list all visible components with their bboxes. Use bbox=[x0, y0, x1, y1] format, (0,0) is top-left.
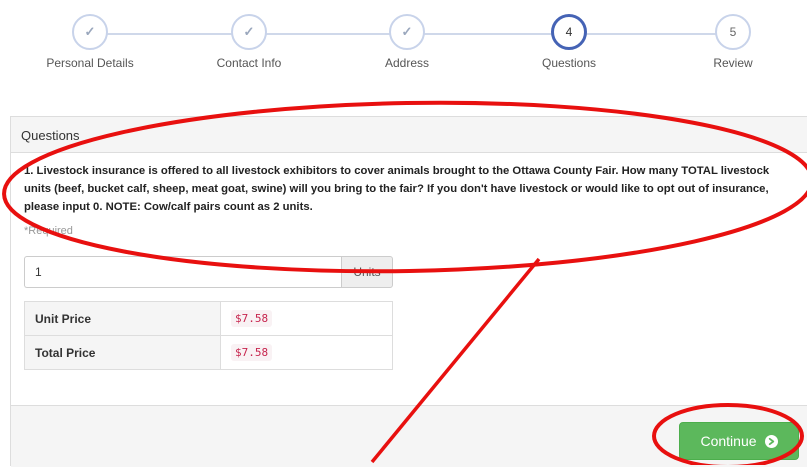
step-number: 4 bbox=[565, 25, 573, 39]
checkmark-icon: ✓ bbox=[243, 24, 255, 39]
table-row: Total Price $7.58 bbox=[24, 335, 393, 370]
continue-label: Continue bbox=[700, 433, 757, 449]
units-addon: Units bbox=[341, 256, 393, 288]
checkmark-icon: ✓ bbox=[401, 24, 413, 39]
step-label: Review bbox=[713, 56, 753, 70]
step-active-circle: 4 bbox=[551, 14, 587, 50]
step-address[interactable]: ✓ Address bbox=[337, 14, 477, 70]
total-price-value: $7.58 bbox=[231, 344, 273, 361]
step-complete-circle: ✓ bbox=[231, 14, 267, 50]
step-pending-circle: 5 bbox=[715, 14, 751, 50]
step-questions[interactable]: 4 Questions bbox=[499, 14, 639, 70]
units-input-group: Units bbox=[24, 256, 393, 288]
step-label: Questions bbox=[541, 56, 597, 70]
question-text: 1. Livestock insurance is offered to all… bbox=[24, 165, 770, 213]
checkmark-icon: ✓ bbox=[84, 24, 96, 39]
panel-footer: Continue bbox=[11, 405, 807, 467]
continue-button[interactable]: Continue bbox=[679, 422, 799, 460]
step-complete-circle: ✓ bbox=[389, 14, 425, 50]
unit-price-label: Unit Price bbox=[24, 301, 221, 336]
livestock-units-input[interactable] bbox=[24, 256, 341, 288]
step-number: 5 bbox=[729, 25, 737, 39]
step-contact-info[interactable]: ✓ Contact Info bbox=[179, 14, 319, 70]
total-price-label: Total Price bbox=[24, 335, 221, 370]
step-label: Address bbox=[384, 56, 430, 70]
panel-heading: Questions bbox=[11, 117, 807, 153]
arrow-right-circle-icon bbox=[764, 434, 778, 448]
progress-stepper: ✓ Personal Details ✓ Contact Info ✓ Addr… bbox=[0, 0, 807, 90]
pricing-table: Unit Price $7.58 Total Price $7.58 bbox=[24, 301, 393, 370]
required-note: *Required bbox=[24, 225, 73, 237]
questions-panel: Questions 1. Livestock insurance is offe… bbox=[10, 116, 807, 467]
step-complete-circle: ✓ bbox=[72, 14, 108, 50]
step-personal-details[interactable]: ✓ Personal Details bbox=[20, 14, 160, 70]
unit-price-value: $7.58 bbox=[231, 310, 273, 327]
step-label: Contact Info bbox=[216, 56, 282, 70]
step-label: Personal Details bbox=[46, 56, 134, 70]
table-row: Unit Price $7.58 bbox=[24, 301, 393, 336]
step-review[interactable]: 5 Review bbox=[663, 14, 803, 70]
